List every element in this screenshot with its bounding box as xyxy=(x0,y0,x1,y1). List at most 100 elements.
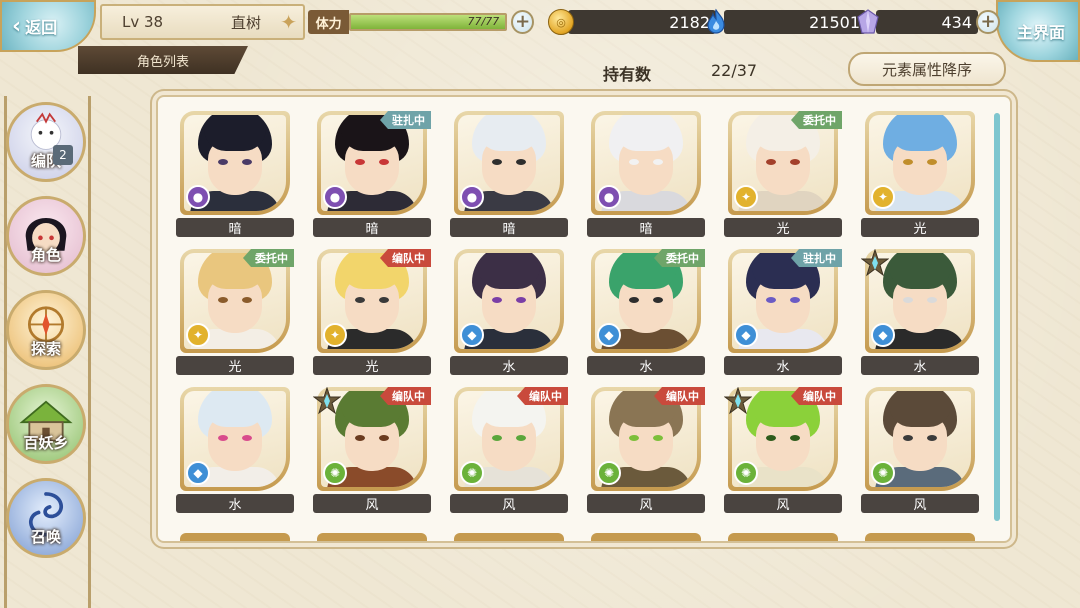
element-icon: ● xyxy=(323,185,347,209)
sidebar-item-team[interactable]: 2 编队 xyxy=(6,102,86,182)
portrait-art: ✺ xyxy=(869,391,971,487)
status-badge: 编队中 xyxy=(380,249,431,267)
eye-shape xyxy=(629,297,639,303)
element-label: 水 xyxy=(861,356,979,375)
character-card[interactable]: ● 暗 xyxy=(587,111,705,237)
partial-portrait xyxy=(317,533,427,541)
eye-shape xyxy=(653,435,663,441)
eye-shape xyxy=(516,435,526,441)
element-label: 光 xyxy=(724,218,842,237)
character-list-panel: ● 暗 ● 驻扎中暗 ● 暗 ● 暗 ✦ 委托中光 ✦ 光 ✦ 委托中光 ✦ 编队中光 ◆ 水 ◆ 委托中水 ◆ 驻扎中水… xyxy=(156,95,1012,543)
owned-label: 持有数 xyxy=(603,65,652,84)
sort-button[interactable]: 元素属性降序 xyxy=(848,52,1006,86)
eye-shape xyxy=(790,159,800,165)
home-button[interactable]: 主界面 xyxy=(996,0,1080,62)
eye-shape xyxy=(218,297,228,303)
character-card[interactable]: ✺ 风 xyxy=(861,387,979,513)
element-label: 水 xyxy=(176,494,294,513)
element-label: 暗 xyxy=(176,218,294,237)
eye-shape xyxy=(218,435,228,441)
eye-shape xyxy=(927,297,937,303)
element-label: 风 xyxy=(861,494,979,513)
eye-shape xyxy=(629,435,639,441)
portrait-art: ● xyxy=(595,115,697,211)
sidebar: 2 编队 角色 探索 百妖乡 召唤 xyxy=(0,96,96,608)
next-row-peek xyxy=(176,533,990,541)
character-card[interactable]: ✺ 编队中风 xyxy=(587,387,705,513)
coin-icon: ◎ xyxy=(548,9,574,35)
eye-shape xyxy=(379,159,389,165)
character-card[interactable]: ✺ 编队中风 xyxy=(724,387,842,513)
eye-shape xyxy=(766,435,776,441)
eye-shape xyxy=(629,159,639,165)
character-portrait: ● xyxy=(454,111,564,215)
player-name: 直树 xyxy=(230,13,261,32)
element-icon: ◆ xyxy=(186,461,210,485)
eye-shape xyxy=(355,297,365,303)
character-card[interactable]: ● 暗 xyxy=(450,111,568,237)
element-icon: ◆ xyxy=(871,323,895,347)
sidebar-item-summon[interactable]: 召唤 xyxy=(6,478,86,558)
element-label: 风 xyxy=(587,494,705,513)
player-level-plate: Lv 38 直树 ✦ xyxy=(100,4,305,40)
sidebar-item-explore[interactable]: 探索 xyxy=(6,290,86,370)
status-badge: 编队中 xyxy=(517,387,568,405)
back-button[interactable]: ‹ 返回 xyxy=(0,0,96,52)
portrait-art: ✦ xyxy=(321,253,423,349)
spirit-counter: 21501 xyxy=(704,8,866,36)
add-crystal-button[interactable]: + xyxy=(976,10,1000,34)
eye-shape xyxy=(492,297,502,303)
element-icon: ◆ xyxy=(460,323,484,347)
element-label: 暗 xyxy=(313,218,431,237)
character-card[interactable]: ◆ 水 xyxy=(861,249,979,375)
sidebar-item-label: 探索 xyxy=(30,340,61,358)
status-badge: 编队中 xyxy=(654,387,705,405)
crystal-counter: 434 + xyxy=(856,8,1000,36)
portrait-art: ✦ xyxy=(869,115,971,211)
stamina-value: 77/77 xyxy=(467,15,500,28)
portrait-art: ✦ xyxy=(184,253,286,349)
status-badge: 驻扎中 xyxy=(791,249,842,267)
element-icon: ✦ xyxy=(734,185,758,209)
character-card[interactable]: ● 驻扎中暗 xyxy=(313,111,431,237)
chevron-left-icon: ‹ xyxy=(12,13,22,39)
character-card[interactable]: ◆ 水 xyxy=(176,387,294,513)
element-label: 风 xyxy=(450,494,568,513)
character-card[interactable]: ✦ 编队中光 xyxy=(313,249,431,375)
scrollbar[interactable] xyxy=(994,113,1000,521)
character-card[interactable]: ● 暗 xyxy=(176,111,294,237)
sidebar-item-character[interactable]: 角色 xyxy=(6,196,86,276)
sidebar-item-label: 角色 xyxy=(30,246,61,264)
portrait-art: ✺ xyxy=(458,391,560,487)
character-card[interactable]: ✺ 编队中风 xyxy=(313,387,431,513)
character-card[interactable]: ✦ 委托中光 xyxy=(724,111,842,237)
crystal-amount: 434 xyxy=(876,10,978,34)
character-card[interactable]: ◆ 水 xyxy=(450,249,568,375)
character-card[interactable]: ◆ 委托中水 xyxy=(587,249,705,375)
element-icon: ● xyxy=(186,185,210,209)
tab-character-list[interactable]: 角色列表 xyxy=(78,46,248,74)
star-icon: ✦ xyxy=(280,10,297,34)
scrollbar-thumb[interactable] xyxy=(994,113,1000,521)
sidebar-item-label: 百妖乡 xyxy=(23,434,69,452)
team-count-badge: 2 xyxy=(53,145,73,165)
character-card[interactable]: ✺ 编队中风 xyxy=(450,387,568,513)
crystal-icon xyxy=(857,9,879,34)
element-label: 暗 xyxy=(587,218,705,237)
eye-shape xyxy=(790,435,800,441)
add-stamina-button[interactable]: + xyxy=(511,10,534,34)
star-rank-icon xyxy=(861,249,889,277)
character-card[interactable]: ✦ 委托中光 xyxy=(176,249,294,375)
status-badge: 委托中 xyxy=(654,249,705,267)
eye-shape xyxy=(516,159,526,165)
eye-shape xyxy=(653,297,663,303)
element-icon: ✦ xyxy=(323,323,347,347)
character-card[interactable]: ◆ 驻扎中水 xyxy=(724,249,842,375)
status-badge: 委托中 xyxy=(243,249,294,267)
eye-shape xyxy=(766,297,776,303)
portrait-art: ● xyxy=(184,115,286,211)
character-card[interactable]: ✦ 光 xyxy=(861,111,979,237)
sidebar-item-village[interactable]: 百妖乡 xyxy=(6,384,86,464)
element-icon: ✺ xyxy=(871,461,895,485)
element-icon: ✦ xyxy=(871,185,895,209)
